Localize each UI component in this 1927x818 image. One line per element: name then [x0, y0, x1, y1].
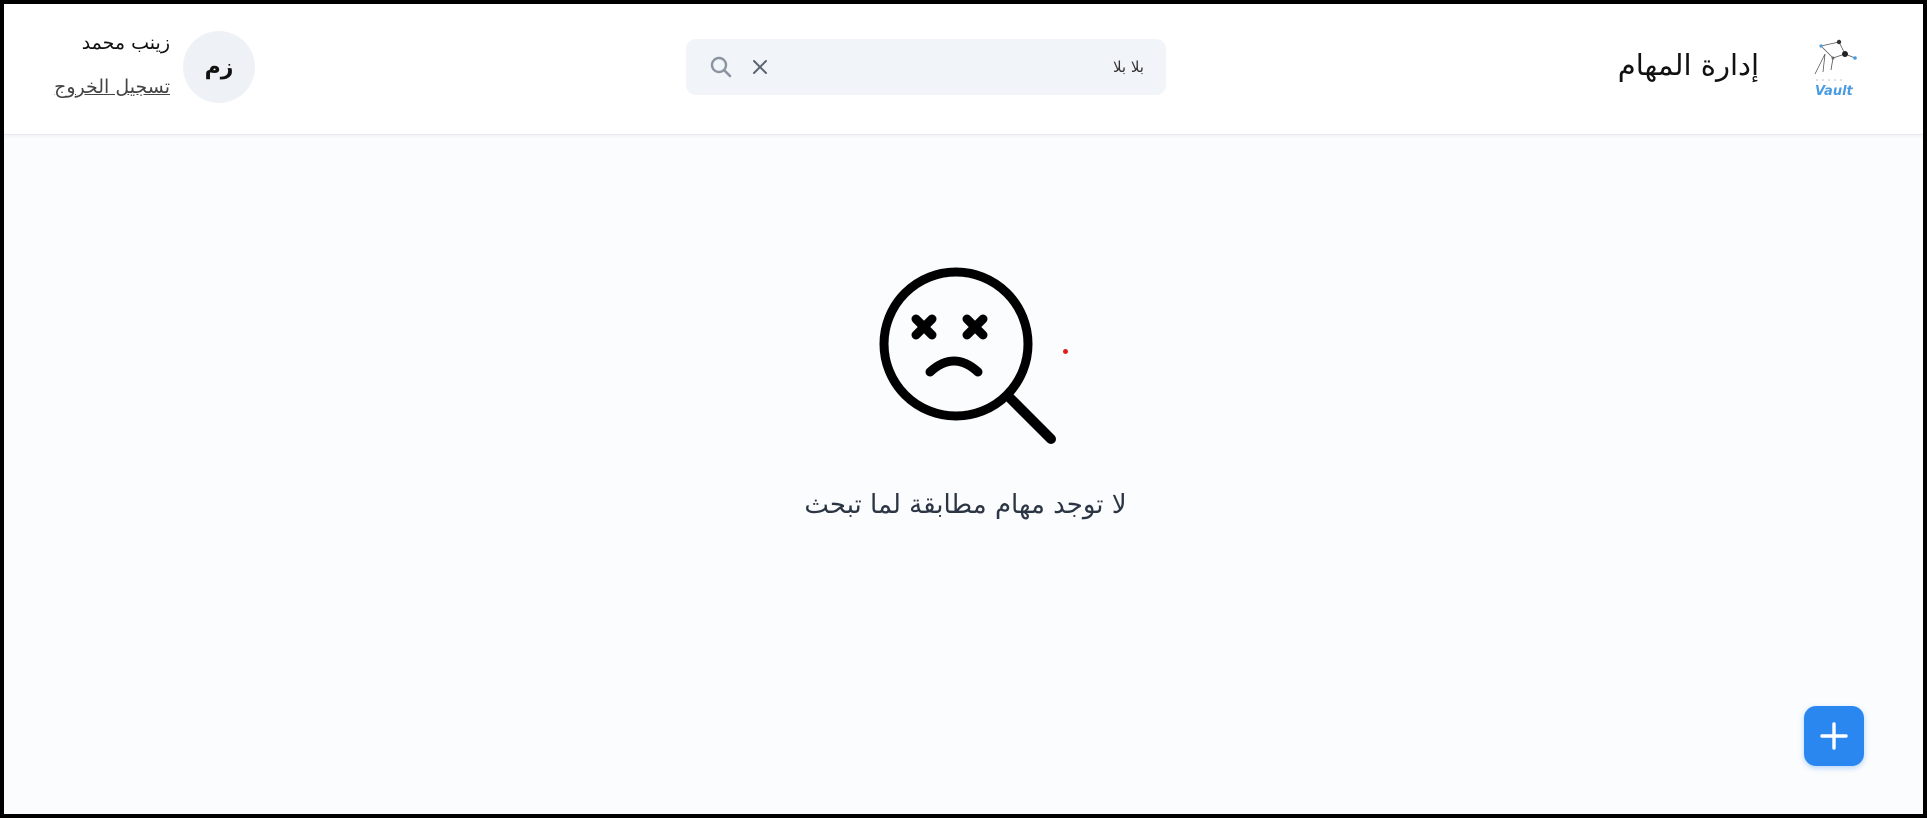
top-bar: Vault إدارة المهام زم زينب محمد تسجيل ال…: [4, 4, 1923, 135]
user-name: زينب محمد: [81, 32, 170, 54]
empty-state-text: لا توجد مهام مطابقة لما تبحث: [804, 490, 1127, 520]
search-icon[interactable]: [708, 54, 734, 80]
close-icon: [753, 60, 767, 74]
cursor-dot: [1063, 349, 1068, 354]
add-task-button[interactable]: [1804, 706, 1864, 766]
app-logo[interactable]: Vault: [1803, 34, 1863, 102]
app-window: Vault إدارة المهام زم زينب محمد تسجيل ال…: [4, 4, 1923, 814]
plus-icon: [1820, 722, 1848, 750]
sad-magnifier-icon: [874, 262, 1074, 452]
logo-text: Vault: [1815, 84, 1853, 99]
page-title: إدارة المهام: [1617, 48, 1759, 82]
search-input[interactable]: [784, 39, 1144, 95]
avatar[interactable]: زم: [183, 31, 255, 103]
search-bar: [686, 39, 1166, 95]
logout-link[interactable]: تسجيل الخروج: [40, 76, 170, 98]
clear-search-button[interactable]: [746, 53, 774, 81]
empty-state-message: لا توجد مهام مطابقة لما تبحث: [4, 490, 1923, 520]
